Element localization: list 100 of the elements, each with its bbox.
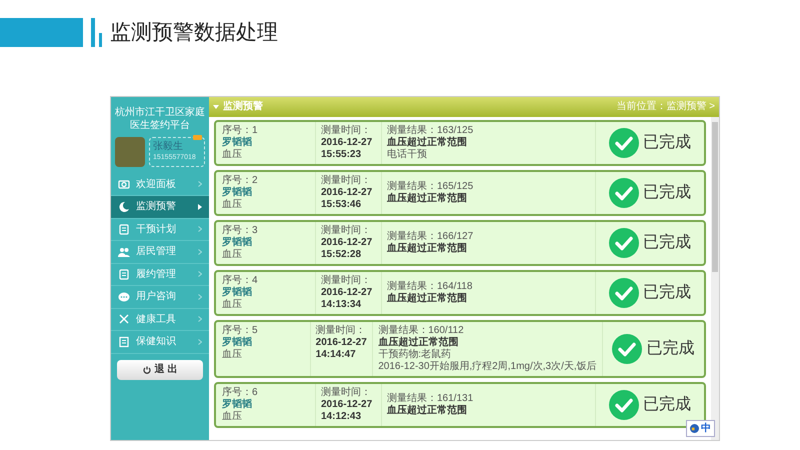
chevron-icon <box>198 271 202 278</box>
check-circle-icon <box>609 390 639 420</box>
check-circle-icon <box>612 334 642 364</box>
chevron-icon <box>198 294 202 300</box>
sequence-number: 序号：1 <box>222 124 259 136</box>
measure-date: 2016-12-27 <box>321 136 374 148</box>
measure-date: 2016-12-27 <box>321 286 374 298</box>
alert-text: 血压超过正常范围 <box>387 242 468 254</box>
measure-time: 15:53:46 <box>321 198 362 210</box>
measure-result: 测量结果：166/127 <box>387 230 474 242</box>
measure-date: 2016-12-27 <box>316 336 368 348</box>
org-title: 杭州市江干卫区家庭医生签约平台 <box>114 106 206 132</box>
slide-title: 监测预警数据处理 <box>110 20 278 46</box>
measure-type: 血压 <box>222 148 243 160</box>
breadcrumb[interactable]: 当前位置：监测预警 > <box>616 99 715 114</box>
measure-time: 14:14:47 <box>316 348 357 360</box>
measure-result: 测量结果：163/125 <box>387 124 474 136</box>
resident-name: 罗韬韬 <box>222 286 253 298</box>
time-label: 测量时间： <box>321 274 372 286</box>
globe-icon <box>690 424 699 433</box>
measure-type: 血压 <box>222 298 243 310</box>
time-label: 测量时间： <box>321 174 372 186</box>
alert-text: 血压超过正常范围 <box>387 404 468 416</box>
doctor-name: 张毅生 <box>153 140 184 152</box>
measure-date: 2016-12-27 <box>321 186 374 198</box>
menu-item[interactable]: 居民管理 <box>111 241 209 264</box>
measure-result: 测量结果：165/125 <box>387 180 474 192</box>
clipboard-icon <box>118 223 130 236</box>
intervention-note: 干预药物:老鼠药 <box>378 348 452 360</box>
menu-item[interactable]: 干预计划 <box>111 218 209 241</box>
ime-indicator[interactable]: 中 <box>686 420 715 437</box>
moon-icon <box>118 200 130 213</box>
logout-button[interactable]: 退 出 <box>117 360 203 380</box>
list-icon <box>118 336 130 348</box>
menu-item[interactable]: 健康工具 <box>111 308 209 331</box>
badge-icon <box>193 134 202 140</box>
resident-name: 罗韬韬 <box>222 398 253 410</box>
caret-icon <box>213 104 219 108</box>
measure-type: 血压 <box>222 198 243 210</box>
status-text: 已完成 <box>643 134 691 152</box>
status-text: 已完成 <box>643 284 691 302</box>
alert-text: 血压超过正常范围 <box>378 336 460 348</box>
sequence-number: 序号：6 <box>222 386 259 398</box>
measure-time: 14:12:43 <box>321 410 362 422</box>
time-label: 测量时间： <box>321 124 372 136</box>
measure-type: 血压 <box>222 348 243 360</box>
resident-name: 罗韬韬 <box>222 136 253 148</box>
chevron-icon <box>198 181 202 188</box>
chevron-icon <box>198 338 202 345</box>
check-circle-icon <box>609 178 639 208</box>
status-text: 已完成 <box>643 184 691 202</box>
time-label: 测量时间： <box>316 324 367 336</box>
resident-name: 罗韬韬 <box>222 336 253 348</box>
chat-icon <box>118 290 130 303</box>
status-text: 已完成 <box>646 340 694 358</box>
measure-type: 血压 <box>222 248 243 260</box>
chevron-icon <box>198 204 202 210</box>
measure-result: 测量结果：164/118 <box>387 280 474 292</box>
measure-time: 15:52:28 <box>321 248 362 260</box>
measure-date: 2016-12-27 <box>321 236 374 248</box>
check-circle-icon <box>609 228 639 258</box>
panel-title: 监测预警 <box>223 100 263 114</box>
status-text: 已完成 <box>643 396 691 414</box>
chevron-icon <box>198 226 202 232</box>
power-icon <box>142 366 151 374</box>
sequence-number: 序号：5 <box>222 324 259 336</box>
scrollbar[interactable] <box>711 116 719 440</box>
resident-name: 罗韬韬 <box>222 186 253 198</box>
chevron-icon <box>198 316 202 322</box>
menu-item[interactable]: 履约管理 <box>111 264 209 286</box>
avatar-photo-placeholder <box>115 136 145 166</box>
clipboard-icon <box>118 268 130 280</box>
camera-icon <box>118 178 130 190</box>
sequence-number: 序号：4 <box>222 274 259 286</box>
intervention-note: 电话干预 <box>387 148 428 160</box>
sequence-number: 序号：2 <box>222 174 259 186</box>
measure-result: 测量结果：161/131 <box>387 392 474 404</box>
measure-type: 血压 <box>222 410 243 422</box>
alert-text: 血压超过正常范围 <box>387 136 468 148</box>
sequence-number: 序号：3 <box>222 224 259 236</box>
menu-item[interactable]: 监测预警 <box>111 196 209 218</box>
measure-time: 14:13:34 <box>321 298 362 310</box>
status-text: 已完成 <box>643 234 691 252</box>
people-icon <box>118 246 130 258</box>
alert-text: 血压超过正常范围 <box>387 192 468 204</box>
intervention-note: 2016-12-30开始服用,疗程2周,1mg/次,3次/天,饭后 <box>378 360 597 372</box>
menu-item[interactable]: 保健知识 <box>111 331 209 354</box>
alert-text: 血压超过正常范围 <box>387 292 468 304</box>
check-circle-icon <box>609 128 639 158</box>
header-bar <box>99 33 102 48</box>
chevron-icon <box>198 248 202 255</box>
time-label: 测量时间： <box>321 386 372 398</box>
header-bar <box>91 18 95 48</box>
resident-name: 罗韬韬 <box>222 236 253 248</box>
time-label: 测量时间： <box>321 224 372 236</box>
check-circle-icon <box>609 278 639 308</box>
measure-date: 2016-12-27 <box>321 398 374 410</box>
menu-item[interactable]: 用户咨询 <box>111 286 209 308</box>
measure-time: 15:55:23 <box>321 148 362 160</box>
measure-result: 测量结果：160/112 <box>378 324 465 336</box>
